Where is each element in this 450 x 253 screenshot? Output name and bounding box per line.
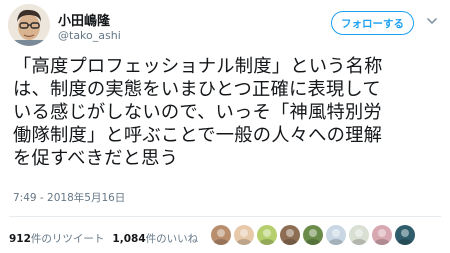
tweet-timestamp[interactable]: 7:49 - 2018年5月16日 xyxy=(13,190,125,205)
retweet-label: 件のリツイート xyxy=(30,233,105,245)
bird-avatar-icon[interactable] xyxy=(348,224,370,246)
avatar-photo-icon xyxy=(8,4,50,46)
tweet-stats: 912件のリツイート 1,084件のいいね xyxy=(9,231,198,246)
follow-button[interactable]: フォローする xyxy=(331,11,414,35)
like-label: 件のいいね xyxy=(145,233,199,245)
divider xyxy=(9,216,441,217)
photo-avatar-icon[interactable] xyxy=(210,224,232,246)
tweet-text: 「高度プロフェッショナル制度」という名称 は、制度の実態をいまひとつ正確に表現し… xyxy=(13,55,443,170)
user-name[interactable]: 小田嶋隆 xyxy=(58,10,110,29)
chevron-down-icon[interactable] xyxy=(425,14,439,28)
retweet-count: 912 xyxy=(9,233,31,245)
moss-avatar-icon[interactable] xyxy=(302,224,324,246)
tweet-line: 「高度プロフェッショナル制度」という名称 xyxy=(13,56,383,77)
landscape-avatar-icon[interactable] xyxy=(394,224,416,246)
avatar[interactable] xyxy=(8,4,50,46)
like-count: 1,084 xyxy=(112,233,146,245)
cup-avatar-icon[interactable] xyxy=(325,224,347,246)
user-handle[interactable]: @tako_ashi xyxy=(58,29,121,42)
tweet-line: を促すべきだと思う xyxy=(13,148,179,169)
anime-avatar-icon[interactable] xyxy=(233,224,255,246)
pink-avatar-icon[interactable] xyxy=(371,224,393,246)
leaf-avatar-icon[interactable] xyxy=(256,224,278,246)
like-stat[interactable]: 1,084件のいいね xyxy=(112,231,198,246)
cat-avatar-icon[interactable] xyxy=(279,224,301,246)
tweet-line: は、制度の実態をいまひとつ正確に表現して xyxy=(13,79,381,100)
tweet-line: いる感じがしないので、いっそ「神風特別労 xyxy=(13,102,382,123)
retweet-stat[interactable]: 912件のリツイート xyxy=(9,231,104,246)
tweet-line: 働隊制度」と呼ぶことで一般の人々への理解 xyxy=(13,125,383,146)
